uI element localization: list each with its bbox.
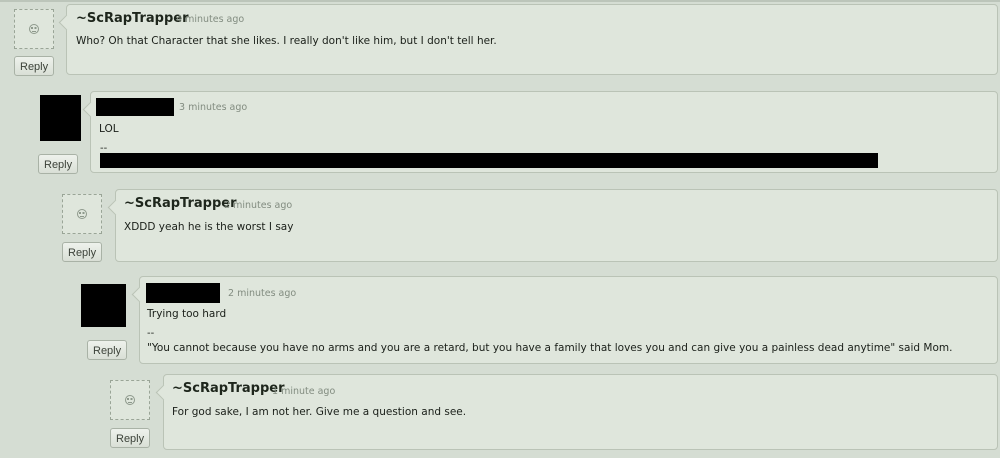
comment-timestamp[interactable]: 3 minutes ago — [179, 102, 247, 113]
avatar[interactable] — [62, 194, 102, 234]
top-divider — [0, 0, 1000, 2]
comment-body: For god sake, I am not her. Give me a qu… — [172, 406, 467, 418]
card-pointer — [155, 384, 172, 401]
comment-card: ~ScRapTrapper 2 minutes ago XDDD yeah he… — [107, 189, 998, 262]
comment-timestamp[interactable]: 1 minute ago — [272, 386, 335, 397]
card-pointer — [131, 286, 148, 303]
smiley-face-icon — [77, 209, 87, 219]
redacted-signature — [100, 153, 878, 168]
signature-separator: -- — [147, 328, 155, 339]
reply-button[interactable]: Reply — [14, 56, 55, 76]
card-pointer — [58, 14, 75, 31]
avatar[interactable] — [40, 95, 81, 141]
comment-timestamp[interactable]: 4 minutes ago — [176, 14, 244, 25]
smiley-face-icon — [29, 24, 39, 34]
card-pointer — [107, 199, 124, 216]
comment-card: ~ScRapTrapper 1 minute ago For god sake,… — [155, 374, 998, 450]
comment-body: XDDD yeah he is the worst I say — [124, 221, 294, 233]
comment-timestamp[interactable]: 2 minutes ago — [228, 288, 296, 299]
comment-card: ~ScRapTrapper 4 minutes ago Who? Oh that… — [58, 4, 998, 75]
comment-card: 2 minutes ago Trying too hard -- "You ca… — [131, 276, 998, 364]
comment-body: LOL — [99, 123, 119, 135]
reply-button[interactable]: Reply — [87, 340, 128, 360]
comment-body: Trying too hard — [147, 308, 227, 320]
reply-button[interactable]: Reply — [110, 428, 151, 448]
comment-author[interactable]: ~ScRapTrapper — [172, 381, 285, 396]
comment-card: 3 minutes ago LOL -- — [82, 91, 998, 173]
comment-body: Who? Oh that Character that she likes. I… — [76, 35, 497, 47]
comment-author[interactable]: ~ScRapTrapper — [124, 196, 237, 211]
comment-author[interactable]: ~ScRapTrapper — [76, 11, 189, 26]
avatar[interactable] — [110, 380, 150, 420]
comment-timestamp[interactable]: 2 minutes ago — [224, 200, 292, 211]
redacted-username — [96, 98, 174, 116]
avatar[interactable] — [81, 284, 126, 327]
reply-button[interactable]: Reply — [62, 242, 103, 262]
redacted-username — [146, 283, 220, 303]
smiley-face-icon — [125, 395, 135, 405]
reply-button[interactable]: Reply — [38, 154, 79, 174]
comment-signature: "You cannot because you have no arms and… — [147, 342, 953, 354]
avatar[interactable] — [14, 9, 54, 49]
